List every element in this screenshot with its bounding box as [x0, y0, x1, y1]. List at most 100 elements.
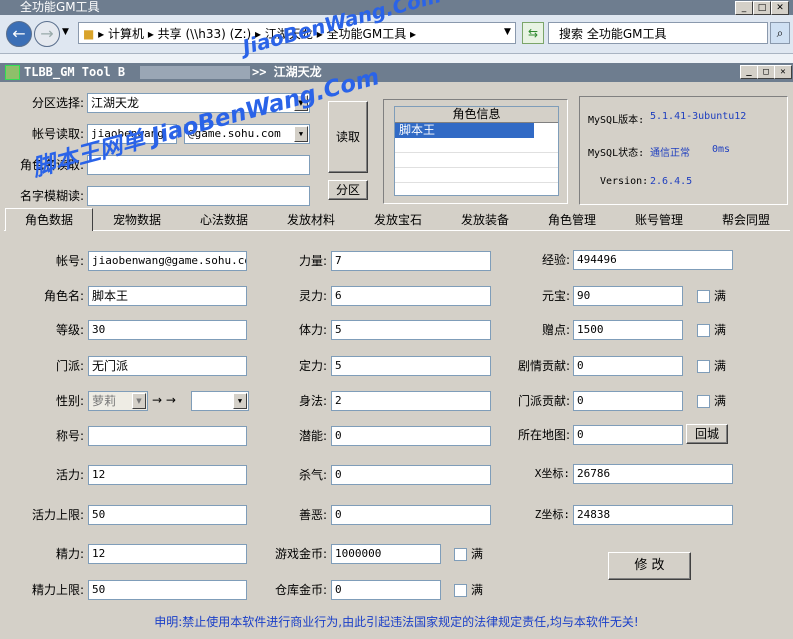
dex-input[interactable]: 2: [331, 391, 491, 411]
tab-xinfa-data[interactable]: 心法数据: [183, 210, 265, 230]
tab-pet-data[interactable]: 宠物数据: [96, 210, 178, 230]
yuanbao-full-checkbox[interactable]: [697, 290, 710, 303]
tab-issue-gem[interactable]: 发放宝石: [357, 210, 439, 230]
level-label: 等级:: [55, 323, 84, 337]
vigor-max-input[interactable]: 50: [88, 505, 247, 525]
read-button[interactable]: 读取: [328, 101, 368, 173]
spr-label: 灵力:: [298, 289, 327, 303]
tab-guild-alliance[interactable]: 帮会同盟: [705, 210, 787, 230]
maximize-icon[interactable]: □: [753, 1, 771, 15]
gold-full-checkbox[interactable]: [454, 548, 467, 561]
chevron-down-icon[interactable]: ▼: [233, 393, 247, 409]
back-arrow-icon[interactable]: ←: [6, 21, 32, 47]
potential-label: 潜能:: [298, 429, 327, 443]
zone-button[interactable]: 分区: [328, 180, 368, 200]
mysql-status-value: 通信正常: [650, 148, 690, 159]
account-input[interactable]: jiaobenwang@game.sohu.com: [88, 251, 247, 271]
vigor-max-label: 活力上限:: [31, 508, 84, 522]
potential-input[interactable]: 0: [331, 426, 491, 446]
gender-select[interactable]: 萝莉 ▼: [88, 391, 148, 411]
exp-input[interactable]: 494496: [573, 250, 733, 270]
address-dropdown-icon[interactable]: ▼: [504, 27, 511, 37]
killval-input[interactable]: 0: [331, 465, 491, 485]
app-close-icon[interactable]: ✕: [774, 65, 792, 79]
energy-max-label: 精力上限:: [31, 583, 84, 597]
title-redaction: [140, 66, 250, 79]
ipr-input[interactable]: 5: [331, 356, 491, 376]
tab-role-data[interactable]: 角色数据: [5, 208, 93, 231]
role-list[interactable]: 角色信息 脚本王: [394, 106, 559, 196]
plot-input[interactable]: 0: [573, 356, 683, 376]
spr-input[interactable]: 6: [331, 286, 491, 306]
yuanbao-input[interactable]: 90: [573, 286, 683, 306]
yuanbao-full-label: 满: [714, 289, 727, 303]
title-input[interactable]: [88, 426, 247, 446]
str-input[interactable]: 7: [331, 251, 491, 271]
address-toolbar: ← → ▼ ■ ▸ 计算机 ▸ 共享 (\\h33) (Z:) ▸ 江湖天龙 ▸…: [0, 15, 793, 54]
school-contrib-full-label: 满: [714, 394, 727, 408]
zpos-input[interactable]: 24838: [573, 505, 733, 525]
school-contrib-input[interactable]: 0: [573, 391, 683, 411]
mysql-panel: MySQL版本: 5.1.41-3ubuntu12 MySQL状态: 通信正常 …: [579, 96, 788, 205]
map-input[interactable]: 0: [573, 425, 683, 445]
minimize-icon[interactable]: _: [735, 1, 753, 15]
folder-icon: ■: [83, 27, 95, 41]
mysql-version-value: 5.1.41-3ubuntu12: [650, 111, 747, 122]
school-input[interactable]: 无门派: [88, 356, 247, 376]
killval-label: 杀气:: [298, 468, 327, 482]
refresh-icon[interactable]: ⇆: [522, 22, 544, 44]
fuzzy-read-input[interactable]: [87, 186, 310, 206]
xpos-input[interactable]: 26786: [573, 464, 733, 484]
level-input[interactable]: 30: [88, 320, 247, 340]
gender-target-select[interactable]: ▼: [191, 391, 249, 411]
role-list-empty-row: [395, 168, 558, 183]
app-maximize-icon[interactable]: □: [757, 65, 775, 79]
bank-gold-full-label: 满: [471, 583, 484, 597]
energy-input[interactable]: 12: [88, 544, 247, 564]
app-icon: [5, 65, 20, 80]
chevron-down-icon[interactable]: ▼: [294, 126, 308, 142]
tab-account-manage[interactable]: 账号管理: [618, 210, 700, 230]
plot-full-checkbox[interactable]: [697, 360, 710, 373]
gold-input[interactable]: 1000000: [331, 544, 441, 564]
goodevil-input[interactable]: 0: [331, 505, 491, 525]
school-contrib-full-checkbox[interactable]: [697, 395, 710, 408]
bank-gold-full-checkbox[interactable]: [454, 584, 467, 597]
mysql-version-label: MySQL版本:: [588, 115, 645, 126]
rolename-input[interactable]: 脚本王: [88, 286, 247, 306]
role-list-item[interactable]: 脚本王: [395, 123, 534, 138]
search-input[interactable]: 搜索 全功能GM工具: [548, 22, 768, 44]
close-icon[interactable]: ✕: [771, 1, 789, 15]
energy-max-input[interactable]: 50: [88, 580, 247, 600]
app-title-left: TLBB_GM Tool B: [24, 65, 126, 79]
con-input[interactable]: 5: [331, 320, 491, 340]
app-minimize-icon[interactable]: _: [740, 65, 758, 79]
vigor-label: 活力:: [55, 468, 84, 482]
return-city-button[interactable]: 回城: [686, 424, 728, 444]
role-list-header: 角色信息: [395, 107, 558, 123]
rolename-label: 角色名:: [43, 289, 84, 303]
chevron-down-icon[interactable]: ▼: [132, 393, 146, 409]
str-label: 力量:: [298, 254, 327, 268]
modify-button[interactable]: 修 改: [608, 552, 691, 580]
vigor-input[interactable]: 12: [88, 465, 247, 485]
forward-arrow-icon[interactable]: →: [34, 21, 60, 47]
tab-issue-material[interactable]: 发放材料: [270, 210, 352, 230]
zone-select-value: 江湖天龙: [91, 96, 140, 110]
map-label: 所在地图:: [517, 428, 570, 442]
tab-role-manage[interactable]: 角色管理: [531, 210, 613, 230]
disclaimer-text: 申明:禁止使用本软件进行商业行为,由此引起违法国家规定的法律规定责任,均与本软件…: [154, 615, 639, 629]
chevron-down-icon[interactable]: ▼: [62, 27, 69, 37]
title-label: 称号:: [55, 429, 84, 443]
fuzzy-read-label: 名字模糊读:: [19, 189, 84, 203]
school-contrib-label: 门派贡献:: [517, 394, 570, 408]
zengdian-input[interactable]: 1500: [573, 320, 683, 340]
zengdian-full-checkbox[interactable]: [697, 324, 710, 337]
plot-label: 剧情贡献:: [517, 359, 570, 373]
zengdian-label: 赠点:: [541, 323, 570, 337]
bank-gold-input[interactable]: 0: [331, 580, 441, 600]
ipr-label: 定力:: [298, 359, 327, 373]
gender-label: 性别:: [55, 394, 84, 408]
tab-issue-equipment[interactable]: 发放装备: [444, 210, 526, 230]
search-icon[interactable]: ⌕: [770, 22, 790, 44]
